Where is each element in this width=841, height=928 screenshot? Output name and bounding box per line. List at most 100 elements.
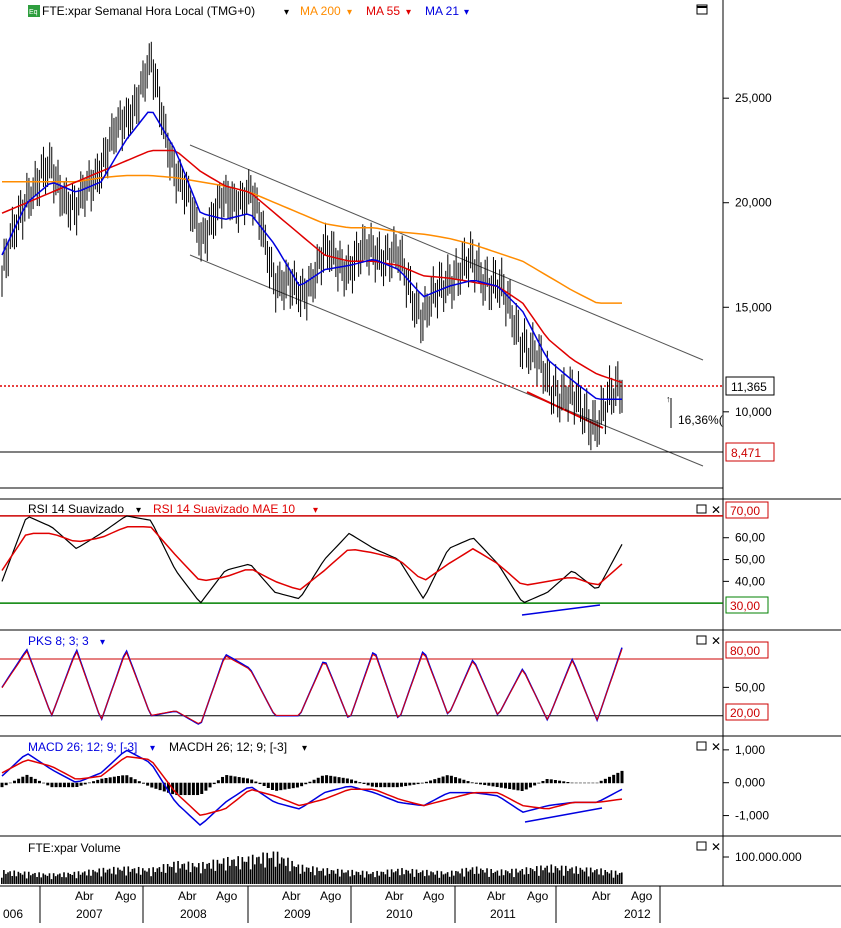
macd-hist-bar <box>25 774 29 784</box>
macd-hist-bar <box>279 782 283 791</box>
rsi-dropdown-icon[interactable]: ▾ <box>136 505 141 516</box>
volume-bar <box>388 876 391 884</box>
macd-hist-bar <box>558 780 562 784</box>
macd-hist-bar <box>549 779 553 784</box>
volume-bar <box>612 877 615 884</box>
chart-canvas: 25,000 20,000 15,000 10,000 60,00 50,00 40,00… <box>0 0 841 923</box>
volume-bar <box>544 867 546 884</box>
volume-bar <box>556 868 559 884</box>
macd-hist-bar <box>603 778 607 784</box>
macd-hist-bar <box>391 782 395 788</box>
volume-bar <box>139 874 142 884</box>
volume-bar <box>206 863 208 884</box>
volume-bar <box>305 867 308 884</box>
macd-hist-bar <box>58 782 62 788</box>
volume-bar <box>488 876 490 884</box>
volume-bar <box>38 872 40 884</box>
macdh-dropdown-icon[interactable]: ▾ <box>302 743 307 754</box>
price-title[interactable]: FTE:xpar Semanal Hora Local (TMG+0) <box>42 4 255 18</box>
volume-bar <box>467 871 470 884</box>
volume-bar <box>386 869 389 884</box>
volume-bar <box>88 869 90 884</box>
macd-hist-bar <box>117 776 121 784</box>
macd-hist-bar <box>395 782 399 788</box>
volume-bar <box>204 868 206 884</box>
volume-bar <box>108 868 111 884</box>
macd-hist-bar <box>29 776 33 784</box>
volume-legend[interactable]: FTE:xpar Volume <box>28 841 121 855</box>
volume-bar <box>289 871 291 884</box>
volume-bar <box>19 873 22 884</box>
ma55-legend[interactable]: MA 55 <box>366 4 400 18</box>
volume-bar <box>409 873 412 884</box>
macd-hist-bar <box>33 778 37 784</box>
volume-bar <box>351 869 354 884</box>
ma200-dropdown-icon[interactable]: ▾ <box>347 7 352 18</box>
volume-bar <box>23 871 26 884</box>
macd-hist-bar <box>341 777 345 784</box>
macdh-legend[interactable]: MACDH 26; 12; 9; [-3] <box>169 740 287 754</box>
macd-hist-bar <box>470 782 474 784</box>
macd-hist-bar <box>537 782 541 784</box>
stoch-maximize-icon[interactable] <box>696 635 707 645</box>
volume-bar <box>575 866 577 884</box>
volume-bar <box>492 872 495 884</box>
rsi-close-icon[interactable]: ✕ <box>711 503 721 517</box>
ma21-dropdown-icon[interactable]: ▾ <box>464 7 469 18</box>
volume-bar <box>419 872 422 884</box>
ma21-legend[interactable]: MA 21 <box>425 4 459 18</box>
volume-bar <box>382 871 385 884</box>
macd-hist-bar <box>516 782 520 791</box>
rsi-legend[interactable]: RSI 14 Suavizado <box>28 502 124 516</box>
macd-hist-bar <box>316 777 320 784</box>
x-year-label: 2008 <box>180 907 207 921</box>
volume-bar <box>502 875 505 884</box>
macd-hist-bar <box>345 778 349 784</box>
macd-hist-bar <box>528 782 532 788</box>
macd-close-icon[interactable]: ✕ <box>711 740 721 754</box>
rsi-signal-dropdown-icon[interactable]: ▾ <box>313 505 318 516</box>
volume-bar <box>394 871 397 884</box>
macd-hist-bar <box>291 782 295 789</box>
macd-hist-bar <box>508 782 512 790</box>
volume-bar <box>218 863 221 884</box>
volume-bar <box>318 870 320 884</box>
macd-legend[interactable]: MACD 26; 12; 9; [-3] <box>28 740 137 754</box>
macd-maximize-icon[interactable] <box>696 741 707 751</box>
volume-bar <box>316 867 318 884</box>
volume-bar <box>573 873 575 884</box>
volume-bar <box>621 872 623 884</box>
x-month-label: Ago <box>423 889 445 903</box>
rsi-signal-legend[interactable]: RSI 14 Suavizado MAE 10 <box>153 502 295 516</box>
macd-hist-bar <box>333 776 337 784</box>
stoch-dropdown-icon[interactable]: ▾ <box>100 637 105 648</box>
macd-hist-bar <box>379 782 383 788</box>
macd-hist-bar <box>87 782 91 784</box>
volume-bar <box>295 867 298 884</box>
volume-bar <box>616 874 619 884</box>
macd-dropdown-icon[interactable]: ▾ <box>150 743 155 754</box>
volume-bar <box>268 858 271 884</box>
title-dropdown-icon[interactable]: ▾ <box>284 7 289 18</box>
macd-hist-bar <box>42 782 46 784</box>
volume-bar <box>202 861 204 884</box>
volume-close-icon[interactable]: ✕ <box>711 840 721 854</box>
macd-hist-bar <box>595 782 599 784</box>
volume-bar <box>307 867 310 884</box>
volume-bar <box>272 851 275 884</box>
volume-bar <box>370 873 372 884</box>
volume-bar <box>608 873 611 884</box>
volume-bar <box>347 870 349 884</box>
macd-hist-bar <box>429 780 433 784</box>
stoch-legend[interactable]: PKS 8; 3; 3 <box>28 634 89 648</box>
volume-bar <box>430 871 432 884</box>
volume-bar <box>569 868 571 884</box>
volume-bar <box>405 869 407 884</box>
volume-maximize-icon[interactable] <box>696 841 707 851</box>
volume-bar <box>550 864 553 884</box>
volume-bar <box>596 869 598 884</box>
rsi-maximize-icon[interactable] <box>696 504 707 514</box>
stoch-close-icon[interactable]: ✕ <box>711 634 721 648</box>
ma55-dropdown-icon[interactable]: ▾ <box>406 7 411 18</box>
ma200-legend[interactable]: MA 200 <box>300 4 341 18</box>
